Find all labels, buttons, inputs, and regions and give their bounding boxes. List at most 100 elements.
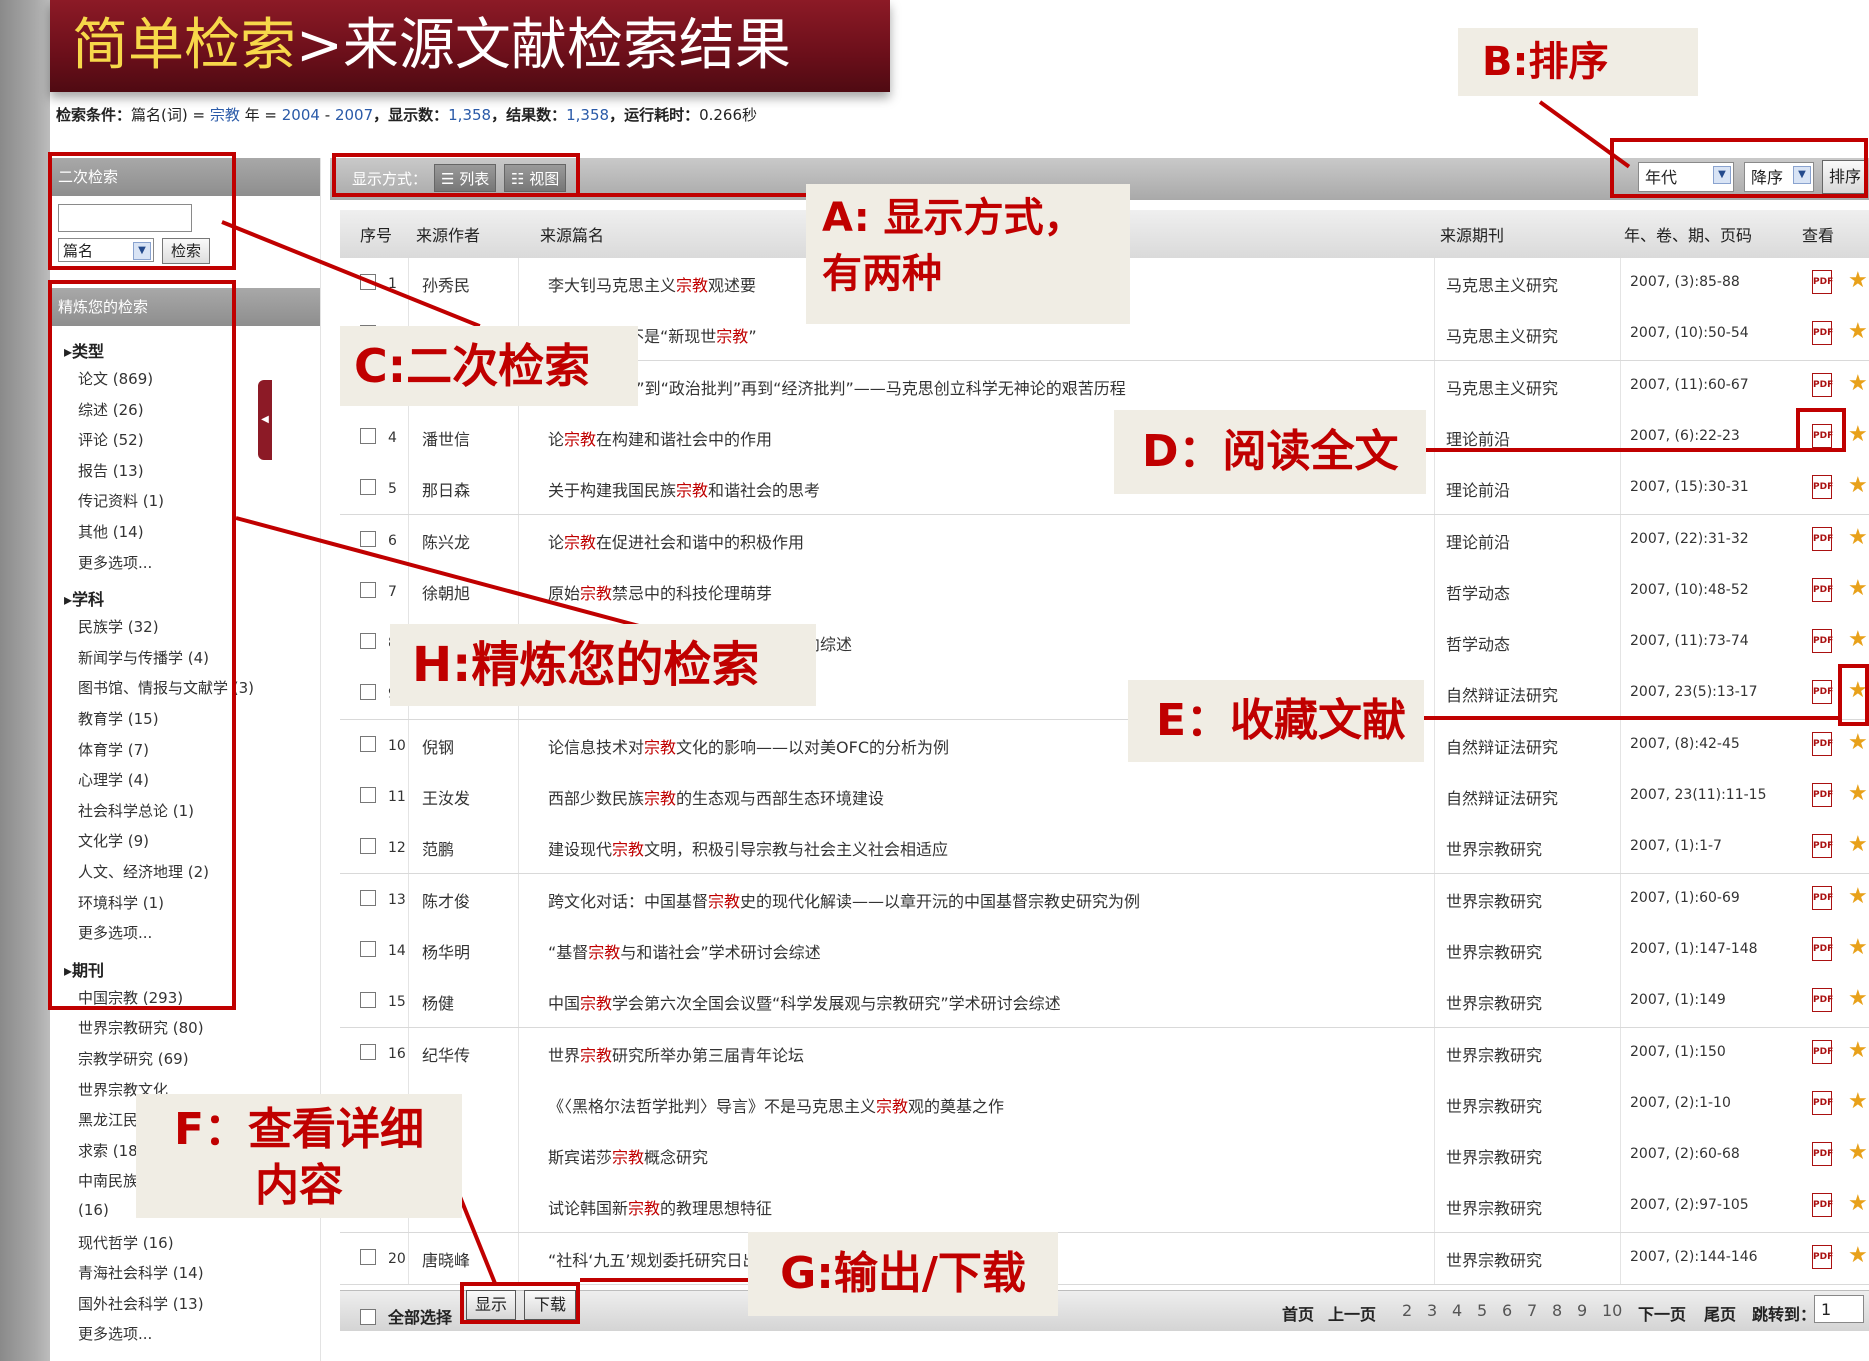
row-checkbox[interactable] bbox=[360, 1248, 376, 1265]
row-checkbox[interactable] bbox=[360, 1043, 376, 1060]
pdf-icon[interactable]: PDF bbox=[1812, 1090, 1833, 1115]
pdf-icon[interactable]: PDF bbox=[1812, 526, 1833, 551]
row-journal[interactable]: 世界宗教研究 bbox=[1446, 888, 1606, 912]
star-icon[interactable]: ★ bbox=[1848, 781, 1868, 806]
row-checkbox[interactable] bbox=[360, 940, 376, 957]
row-checkbox[interactable] bbox=[360, 684, 376, 701]
select-all-checkbox[interactable] bbox=[360, 1309, 376, 1325]
row-author[interactable]: 陈才俊 bbox=[422, 888, 514, 912]
row-journal[interactable]: 世界宗教研究 bbox=[1446, 1247, 1606, 1271]
pdf-icon[interactable]: PDF bbox=[1812, 475, 1833, 500]
star-icon[interactable]: ★ bbox=[1848, 473, 1868, 498]
row-author[interactable]: 徐朝旭 bbox=[422, 580, 514, 604]
star-icon[interactable]: ★ bbox=[1848, 627, 1868, 652]
row-author[interactable]: 王汝发 bbox=[422, 785, 514, 809]
row-journal[interactable]: 世界宗教研究 bbox=[1446, 1144, 1606, 1168]
row-journal[interactable]: 自然辩证法研究 bbox=[1446, 734, 1606, 758]
pdf-icon[interactable]: PDF bbox=[1812, 1193, 1833, 1218]
star-icon[interactable]: ★ bbox=[1848, 1243, 1868, 1268]
page-number-link[interactable]: 5 bbox=[1477, 1301, 1487, 1320]
row-journal[interactable]: 世界宗教研究 bbox=[1446, 1195, 1606, 1219]
pdf-icon[interactable]: PDF bbox=[1812, 731, 1833, 756]
pdf-icon[interactable]: PDF bbox=[1812, 680, 1833, 705]
row-journal[interactable]: 世界宗教研究 bbox=[1446, 1042, 1606, 1066]
next-page-link[interactable]: 下一页 bbox=[1638, 1301, 1686, 1325]
jump-to-page-select[interactable]: 1 bbox=[1814, 1295, 1864, 1323]
row-journal[interactable]: 理论前沿 bbox=[1446, 426, 1606, 450]
star-icon[interactable]: ★ bbox=[1848, 1140, 1868, 1165]
row-journal[interactable]: 马克思主义研究 bbox=[1446, 323, 1606, 347]
facet-item[interactable]: 世界宗教研究 (80) bbox=[78, 1017, 204, 1038]
page-number-link[interactable]: 9 bbox=[1577, 1301, 1587, 1320]
first-page-link[interactable]: 首页 bbox=[1282, 1301, 1314, 1325]
page-number-link[interactable]: 3 bbox=[1427, 1301, 1437, 1320]
row-author[interactable]: 纪华传 bbox=[422, 1042, 514, 1066]
page-number-link[interactable]: 4 bbox=[1452, 1301, 1462, 1320]
row-author[interactable]: 倪钢 bbox=[422, 734, 514, 758]
star-icon[interactable]: ★ bbox=[1848, 525, 1868, 550]
facet-item[interactable]: (16) bbox=[78, 1201, 109, 1219]
row-author[interactable]: 杨健 bbox=[422, 990, 514, 1014]
star-icon[interactable]: ★ bbox=[1848, 422, 1868, 447]
row-journal[interactable]: 世界宗教研究 bbox=[1446, 990, 1606, 1014]
row-author[interactable]: 范鹏 bbox=[422, 836, 514, 860]
pdf-icon[interactable]: PDF bbox=[1812, 1142, 1833, 1167]
facet-item[interactable]: 宗教学研究 (69) bbox=[78, 1048, 189, 1069]
star-icon[interactable]: ★ bbox=[1848, 935, 1868, 960]
row-checkbox[interactable] bbox=[360, 992, 376, 1009]
row-journal[interactable]: 马克思主义研究 bbox=[1446, 375, 1606, 399]
row-author[interactable]: 唐晓峰 bbox=[422, 1247, 514, 1271]
pdf-icon[interactable]: PDF bbox=[1812, 1244, 1833, 1269]
row-journal[interactable]: 哲学动态 bbox=[1446, 631, 1606, 655]
row-checkbox[interactable] bbox=[360, 838, 376, 855]
pdf-icon[interactable]: PDF bbox=[1812, 936, 1833, 961]
star-icon[interactable]: ★ bbox=[1848, 730, 1868, 755]
row-checkbox[interactable] bbox=[360, 479, 376, 496]
star-icon[interactable]: ★ bbox=[1848, 576, 1868, 601]
pdf-icon[interactable]: PDF bbox=[1812, 577, 1833, 602]
page-number-link[interactable]: 7 bbox=[1527, 1301, 1537, 1320]
row-checkbox[interactable] bbox=[360, 633, 376, 650]
row-checkbox[interactable] bbox=[360, 889, 376, 906]
row-journal[interactable]: 理论前沿 bbox=[1446, 529, 1606, 553]
last-page-link[interactable]: 尾页 bbox=[1704, 1301, 1736, 1325]
row-journal[interactable]: 哲学动态 bbox=[1446, 580, 1606, 604]
row-checkbox[interactable] bbox=[360, 581, 376, 598]
facet-item[interactable]: 求索 (18) bbox=[78, 1140, 144, 1161]
pdf-icon[interactable]: PDF bbox=[1812, 372, 1833, 397]
star-icon[interactable]: ★ bbox=[1848, 268, 1868, 293]
star-icon[interactable]: ★ bbox=[1848, 1089, 1868, 1114]
row-checkbox[interactable] bbox=[360, 787, 376, 803]
star-icon[interactable]: ★ bbox=[1848, 319, 1868, 344]
pdf-icon[interactable]: PDF bbox=[1812, 629, 1833, 654]
facet-item[interactable]: 更多选项... bbox=[78, 1323, 152, 1344]
star-icon[interactable]: ★ bbox=[1848, 884, 1868, 909]
star-icon[interactable]: ★ bbox=[1848, 1038, 1868, 1063]
collapse-sidebar-handle[interactable]: ◀ bbox=[258, 380, 272, 460]
pdf-icon[interactable]: PDF bbox=[1812, 321, 1833, 346]
pdf-icon[interactable]: PDF bbox=[1812, 988, 1833, 1013]
page-number-link[interactable]: 8 bbox=[1552, 1301, 1562, 1320]
select-all[interactable]: 全部选择 bbox=[360, 1304, 452, 1328]
row-journal[interactable]: 理论前沿 bbox=[1446, 477, 1606, 501]
star-icon[interactable]: ★ bbox=[1848, 371, 1868, 396]
pdf-icon[interactable]: PDF bbox=[1812, 270, 1833, 294]
pdf-icon[interactable]: PDF bbox=[1812, 834, 1833, 859]
row-journal[interactable]: 世界宗教研究 bbox=[1446, 1093, 1606, 1117]
row-author[interactable]: 那日森 bbox=[422, 477, 514, 501]
prev-page-link[interactable]: 上一页 bbox=[1328, 1301, 1376, 1325]
row-journal[interactable]: 马克思主义研究 bbox=[1446, 272, 1606, 296]
star-icon[interactable]: ★ bbox=[1848, 1191, 1868, 1216]
page-number-link[interactable]: 2 bbox=[1402, 1301, 1412, 1320]
row-author[interactable]: 孙秀民 bbox=[422, 272, 514, 296]
page-number-link[interactable]: 6 bbox=[1502, 1301, 1512, 1320]
facet-item[interactable]: 现代哲学 (16) bbox=[78, 1232, 174, 1253]
row-author[interactable]: 潘世信 bbox=[422, 426, 514, 450]
facet-item[interactable]: 国外社会科学 (13) bbox=[78, 1293, 204, 1314]
star-icon[interactable]: ★ bbox=[1848, 832, 1868, 857]
row-journal[interactable]: 自然辩证法研究 bbox=[1446, 785, 1606, 809]
row-checkbox[interactable] bbox=[360, 530, 376, 547]
row-checkbox[interactable] bbox=[360, 427, 376, 444]
row-journal[interactable]: 世界宗教研究 bbox=[1446, 836, 1606, 860]
row-checkbox[interactable] bbox=[360, 735, 376, 752]
